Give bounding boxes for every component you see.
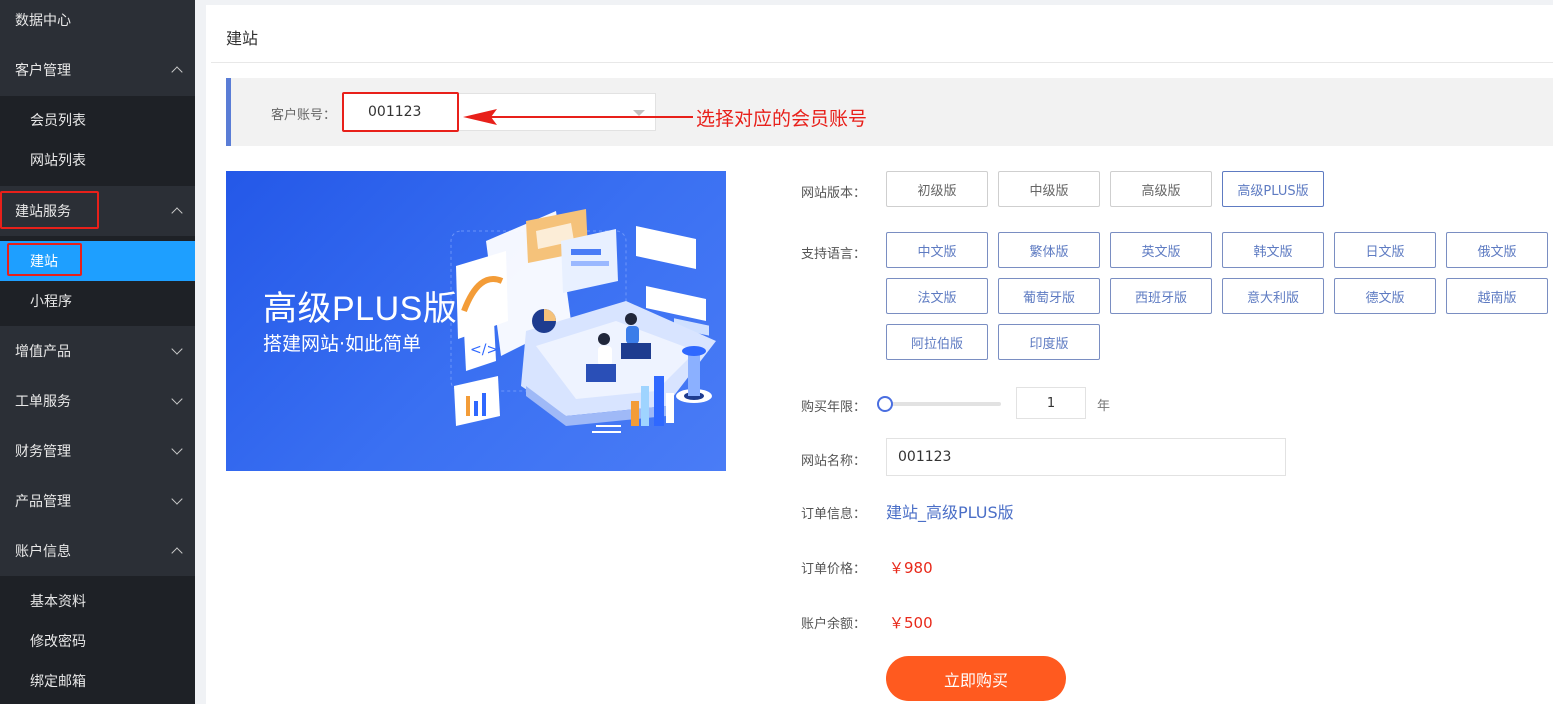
sidebar-item-label: 建站: [30, 254, 58, 270]
sidebar-item-label: 基本资料: [30, 594, 86, 610]
language-label: 支持语言：: [801, 247, 867, 262]
version-option-intermediate[interactable]: 中级版: [998, 171, 1100, 207]
account-select-value: 001123: [368, 104, 422, 120]
sidebar-item-build-site[interactable]: 建站: [0, 241, 195, 281]
chevron-down-icon: [171, 443, 183, 455]
chevron-up-icon: [171, 66, 183, 78]
chevron-up-icon: [171, 547, 183, 559]
sidebar-item-label: 数据中心: [15, 13, 71, 29]
language-option-portuguese[interactable]: 葡萄牙版: [998, 278, 1100, 314]
account-label: 客户账号：: [271, 108, 337, 123]
sidebar-item-bind-email[interactable]: 绑定邮箱: [0, 661, 195, 701]
divider: [211, 62, 1553, 63]
sidebar-item-mini-program[interactable]: 小程序: [0, 281, 195, 321]
sidebar-item-label: 产品管理: [15, 494, 71, 510]
sidebar-item-product-management[interactable]: 产品管理: [0, 476, 195, 526]
years-slider-handle[interactable]: [877, 396, 893, 412]
language-option-german[interactable]: 德文版: [1334, 278, 1436, 314]
chevron-down-icon: [171, 393, 183, 405]
sidebar-item-account-info[interactable]: 账户信息: [0, 526, 195, 576]
years-label: 购买年限：: [801, 400, 867, 415]
language-option-chinese[interactable]: 中文版: [886, 232, 988, 268]
order-info-label: 订单信息：: [801, 507, 867, 522]
sidebar-item-label: 网站列表: [30, 153, 86, 169]
sidebar-item-label: 客户管理: [15, 63, 71, 79]
language-option-italian[interactable]: 意大利版: [1222, 278, 1324, 314]
submenu-account: 基本资料 修改密码 绑定邮箱: [0, 576, 195, 704]
years-input[interactable]: 1: [1016, 387, 1086, 419]
site-name-input[interactable]: 001123: [886, 438, 1286, 476]
language-option-spanish[interactable]: 西班牙版: [1110, 278, 1212, 314]
main-panel: 建站 客户账号： 001123 选择对应的会员账号 </> 高级PLUS版 搭建…: [206, 5, 1553, 704]
svg-text:</>: </>: [470, 342, 498, 358]
language-option-russian[interactable]: 俄文版: [1446, 232, 1548, 268]
sidebar-item-finance-management[interactable]: 财务管理: [0, 426, 195, 476]
years-slider-track[interactable]: [886, 402, 1001, 406]
sidebar-item-data-center[interactable]: 数据中心: [0, 0, 195, 45]
language-option-indian[interactable]: 印度版: [998, 324, 1100, 360]
version-option-advanced-plus[interactable]: 高级PLUS版: [1222, 171, 1324, 207]
order-price-label: 订单价格：: [801, 562, 867, 577]
language-option-korean[interactable]: 韩文版: [1222, 232, 1324, 268]
chevron-up-icon: [171, 207, 183, 219]
sidebar-item-label: 财务管理: [15, 444, 71, 460]
sidebar-item-label: 建站服务: [15, 204, 71, 220]
balance-value: ￥500: [889, 614, 933, 632]
sidebar-item-label: 工单服务: [15, 394, 71, 410]
language-option-traditional[interactable]: 繁体版: [998, 232, 1100, 268]
annotation-arrow-icon: [463, 109, 693, 125]
sidebar-item-label: 账户信息: [15, 544, 71, 560]
language-option-arabic[interactable]: 阿拉伯版: [886, 324, 988, 360]
sidebar-item-value-added-products[interactable]: 增值产品: [0, 326, 195, 376]
language-option-english[interactable]: 英文版: [1110, 232, 1212, 268]
buy-now-button[interactable]: 立即购买: [886, 656, 1066, 701]
chevron-down-icon: [171, 493, 183, 505]
page-title: 建站: [226, 29, 259, 48]
sidebar-item-site-building-service[interactable]: 建站服务: [0, 186, 195, 236]
sidebar-item-basic-profile[interactable]: 基本资料: [0, 581, 195, 621]
sidebar-item-label: 小程序: [30, 294, 72, 310]
banner-subtitle: 搭建网站·如此简单: [263, 333, 422, 355]
sidebar: 数据中心 客户管理 会员列表 网站列表 建站服务 建站 小程序 增值产品 工单服…: [0, 0, 195, 704]
language-option-japanese[interactable]: 日文版: [1334, 232, 1436, 268]
banner-title: 高级PLUS版: [263, 290, 458, 328]
account-bar: 客户账号： 001123: [226, 78, 1553, 146]
submenu-site-building: 建站 小程序: [0, 236, 195, 326]
site-name-label: 网站名称：: [801, 454, 867, 469]
language-option-french[interactable]: 法文版: [886, 278, 988, 314]
sidebar-item-label: 修改密码: [30, 634, 86, 650]
submenu-customer: 会员列表 网站列表: [0, 96, 195, 186]
order-price-value: ￥980: [889, 559, 933, 577]
annotation-text: 选择对应的会员账号: [696, 108, 868, 130]
years-unit: 年: [1097, 399, 1111, 414]
sidebar-item-website-list[interactable]: 网站列表: [0, 140, 195, 180]
language-option-vietnamese[interactable]: 越南版: [1446, 278, 1548, 314]
chevron-down-icon: [171, 343, 183, 355]
order-info-value: 建站_高级PLUS版: [886, 503, 1014, 522]
version-option-advanced[interactable]: 高级版: [1110, 171, 1212, 207]
sidebar-item-member-list[interactable]: 会员列表: [0, 100, 195, 140]
product-banner: </> 高级PLUS版 搭建网站·如此简单: [226, 171, 726, 471]
sidebar-item-customer-management[interactable]: 客户管理: [0, 45, 195, 95]
balance-label: 账户余额：: [801, 617, 867, 632]
version-label: 网站版本：: [801, 186, 867, 201]
sidebar-item-label: 会员列表: [30, 113, 86, 129]
sidebar-item-ticket-service[interactable]: 工单服务: [0, 376, 195, 426]
sidebar-item-label: 增值产品: [15, 344, 71, 360]
sidebar-item-label: 绑定邮箱: [30, 674, 86, 690]
version-option-basic[interactable]: 初级版: [886, 171, 988, 207]
sidebar-item-change-password[interactable]: 修改密码: [0, 621, 195, 661]
